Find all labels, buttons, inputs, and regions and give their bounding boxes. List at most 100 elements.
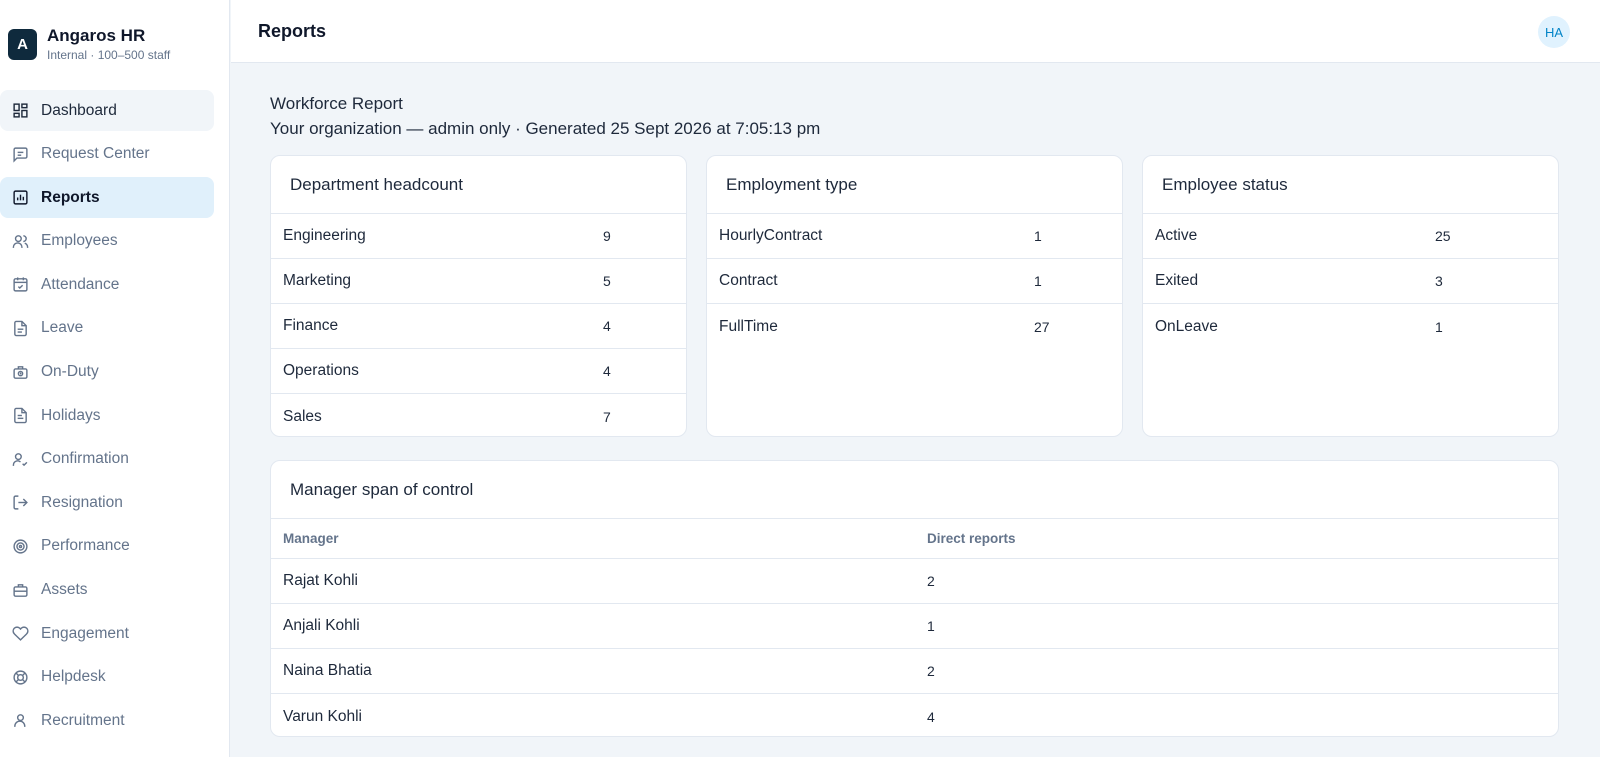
row-label: Operations xyxy=(283,362,359,379)
direct-reports-count: 2 xyxy=(927,573,935,589)
brand-text: Angaros HR Internal · 100–500 staff xyxy=(47,26,170,63)
sidebar-item-recruitment[interactable]: Recruitment xyxy=(0,700,214,741)
column-header-manager: Manager xyxy=(283,531,339,546)
avatar[interactable]: HA xyxy=(1538,16,1570,48)
card-title: Employee status xyxy=(1143,156,1558,214)
table-row: Marketing 5 xyxy=(271,259,686,304)
sidebar-item-confirmation[interactable]: Confirmation xyxy=(0,439,214,480)
row-label: Marketing xyxy=(283,272,352,289)
employment-type-card: Employment type HourlyContract 1 Contract… xyxy=(706,155,1123,437)
sidebar-item-reports[interactable]: Reports xyxy=(0,177,214,219)
sidebar-item-dashboard[interactable]: Dashboard xyxy=(0,90,214,131)
manager-name: Varun Kohli xyxy=(283,707,362,725)
users-icon xyxy=(12,234,29,248)
sidebar-item-label: Assets xyxy=(41,581,88,599)
sidebar-item-label: Engagement xyxy=(41,624,129,642)
sidebar-item-attendance[interactable]: Attendance xyxy=(0,264,214,305)
table-row: Sales 7 xyxy=(271,394,686,436)
message-square-icon xyxy=(13,147,28,163)
direct-reports-count: 2 xyxy=(927,663,935,679)
card-title: Department headcount xyxy=(271,156,686,214)
card-title: Manager span of control xyxy=(271,461,1558,519)
row-value: 7 xyxy=(603,408,611,425)
row-value: 4 xyxy=(603,363,611,379)
sidebar-item-label: Request Center xyxy=(41,145,150,163)
sidebar-item-request-center[interactable]: Request Center xyxy=(0,134,214,175)
row-label: Engineering xyxy=(283,227,366,244)
table-row: FullTime 27 xyxy=(707,304,1122,349)
target-icon xyxy=(13,539,28,554)
sidebar-item-label: On-Duty xyxy=(41,363,99,381)
brand-name: Angaros HR xyxy=(47,26,146,45)
sidebar-item-resignation[interactable]: Resignation xyxy=(0,482,214,523)
briefcase-clock-icon xyxy=(13,365,28,379)
row-label: Contract xyxy=(719,272,778,289)
row-label: OnLeave xyxy=(1155,317,1218,335)
column-header-direct-reports: Direct reports xyxy=(927,531,1016,546)
row-value: 1 xyxy=(1034,273,1042,289)
department-headcount-card: Department headcount Engineering 9 Market… xyxy=(270,155,687,437)
table-header: Manager Direct reports xyxy=(271,519,1558,559)
row-label: Finance xyxy=(283,317,339,334)
row-value: 5 xyxy=(603,273,611,289)
file-text-icon xyxy=(14,320,27,337)
row-label: Sales xyxy=(283,407,322,425)
sidebar-item-holidays[interactable]: Holidays xyxy=(0,395,214,436)
sidebar-item-label: Leave xyxy=(41,319,84,337)
calendar-check-icon xyxy=(13,277,28,292)
row-value: 4 xyxy=(603,318,611,334)
log-out-icon xyxy=(13,495,28,510)
table-row: Active 25 xyxy=(1143,214,1558,259)
row-value: 1 xyxy=(1034,228,1042,244)
sidebar-item-leave[interactable]: Leave xyxy=(0,308,214,349)
row-label: HourlyContract xyxy=(719,227,823,244)
top-bar: Reports HA xyxy=(231,0,1600,63)
manager-name: Anjali Kohli xyxy=(283,617,360,634)
sidebar: A Angaros HR Internal · 100–500 staff Da… xyxy=(0,0,230,757)
row-value: 27 xyxy=(1034,318,1050,335)
table-row: Rajat Kohli 2 xyxy=(271,559,1558,604)
sidebar-item-label: Confirmation xyxy=(41,450,129,468)
card-title: Employment type xyxy=(707,156,1122,214)
sidebar-item-label: Performance xyxy=(41,537,130,555)
sidebar-item-engagement[interactable]: Engagement xyxy=(0,613,214,654)
row-value: 3 xyxy=(1435,273,1443,289)
row-value: 25 xyxy=(1435,228,1451,244)
sidebar-item-employees[interactable]: Employees xyxy=(0,221,214,262)
manager-name: Rajat Kohli xyxy=(283,572,358,589)
row-label: FullTime xyxy=(719,317,778,335)
direct-reports-count: 4 xyxy=(927,708,935,725)
briefcase-icon xyxy=(13,583,28,597)
manager-name: Naina Bhatia xyxy=(283,662,372,679)
sidebar-item-label: Dashboard xyxy=(41,101,117,119)
table-row: Contract 1 xyxy=(707,259,1122,304)
sidebar-item-on-duty[interactable]: On-Duty xyxy=(0,352,214,393)
row-label: Exited xyxy=(1155,272,1199,289)
brand-logo: A xyxy=(8,29,37,60)
table-row: HourlyContract 1 xyxy=(707,214,1122,259)
table-row: Engineering 9 xyxy=(271,214,686,259)
sidebar-item-performance[interactable]: Performance xyxy=(0,526,214,567)
table-row: Anjali Kohli 1 xyxy=(271,604,1558,649)
table-row: OnLeave 1 xyxy=(1143,304,1558,349)
sidebar-item-label: Resignation xyxy=(41,493,123,511)
table-row: Finance 4 xyxy=(271,304,686,349)
report-subtitle: Your organization — admin only · Generat… xyxy=(270,119,821,138)
employee-status-card: Employee status Active 25 Exited 3 OnLeave… xyxy=(1142,155,1559,437)
row-value: 9 xyxy=(603,228,611,244)
sidebar-item-label: Helpdesk xyxy=(41,668,106,686)
brand[interactable]: A Angaros HR Internal · 100–500 staff xyxy=(8,26,170,63)
sidebar-item-label: Reports xyxy=(41,188,100,206)
page-title: Reports xyxy=(258,21,327,41)
sidebar-item-label: Recruitment xyxy=(41,711,125,729)
sidebar-item-assets[interactable]: Assets xyxy=(0,570,214,611)
direct-reports-count: 1 xyxy=(927,618,935,634)
brand-subtitle: Internal · 100–500 staff xyxy=(47,48,171,62)
sidebar-item-label: Employees xyxy=(41,232,118,250)
lifebuoy-icon xyxy=(13,670,28,685)
sidebar-item-helpdesk[interactable]: Helpdesk xyxy=(0,657,214,698)
table-row: Operations 4 xyxy=(271,349,686,394)
report-title: Workforce Report xyxy=(270,94,403,113)
heart-icon xyxy=(12,626,29,641)
dashboard-icon xyxy=(13,103,28,118)
